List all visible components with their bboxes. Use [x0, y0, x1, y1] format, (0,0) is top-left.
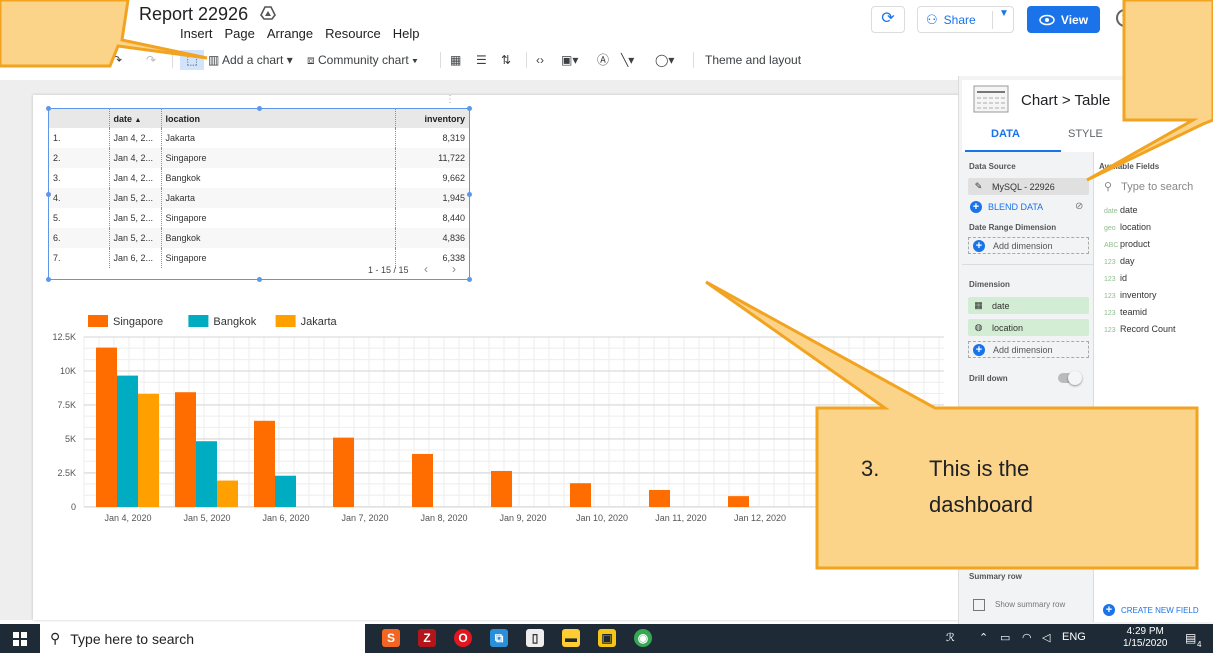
callout-left [0, 0, 208, 68]
people-icon[interactable]: ℛ [946, 631, 955, 644]
language-indicator[interactable]: ENG [1062, 631, 1086, 643]
vscode-icon[interactable]: ⧉ [490, 629, 508, 647]
chevron-up-icon[interactable]: ⌃ [979, 631, 988, 644]
wifi-icon[interactable]: ◠ [1022, 631, 1032, 644]
search-icon: ⚲ [50, 630, 61, 646]
opera-icon[interactable]: O [454, 629, 472, 647]
callout-layer [0, 0, 1213, 570]
notification-icon[interactable]: ▤ [1185, 631, 1196, 645]
battery-icon[interactable]: ▭ [1000, 631, 1010, 644]
callout-right [1086, 0, 1213, 182]
image-viewer-icon[interactable]: ▣ [598, 629, 616, 647]
sublime-text-icon[interactable]: S [382, 629, 400, 647]
taskbar-search-input[interactable]: ⚲ Type here to search [40, 624, 365, 653]
file-explorer-icon[interactable]: ▬ [562, 629, 580, 647]
callout-line2: dashboard [929, 492, 1033, 517]
filezilla-icon[interactable]: Z [418, 629, 436, 647]
notification-count: 4 [1197, 640, 1202, 649]
taskbar-clock[interactable]: 4:29 PM 1/15/2020 [1123, 626, 1168, 650]
windows-start-icon[interactable] [13, 632, 27, 646]
chrome-icon[interactable]: ◉ [634, 629, 652, 647]
callout-dashboard [705, 280, 1199, 570]
volume-icon[interactable]: ◁ [1042, 631, 1050, 644]
callout-number: 3. [861, 456, 880, 481]
callout-line1: This is the [929, 456, 1030, 481]
file-icon[interactable]: ▯ [526, 629, 544, 647]
